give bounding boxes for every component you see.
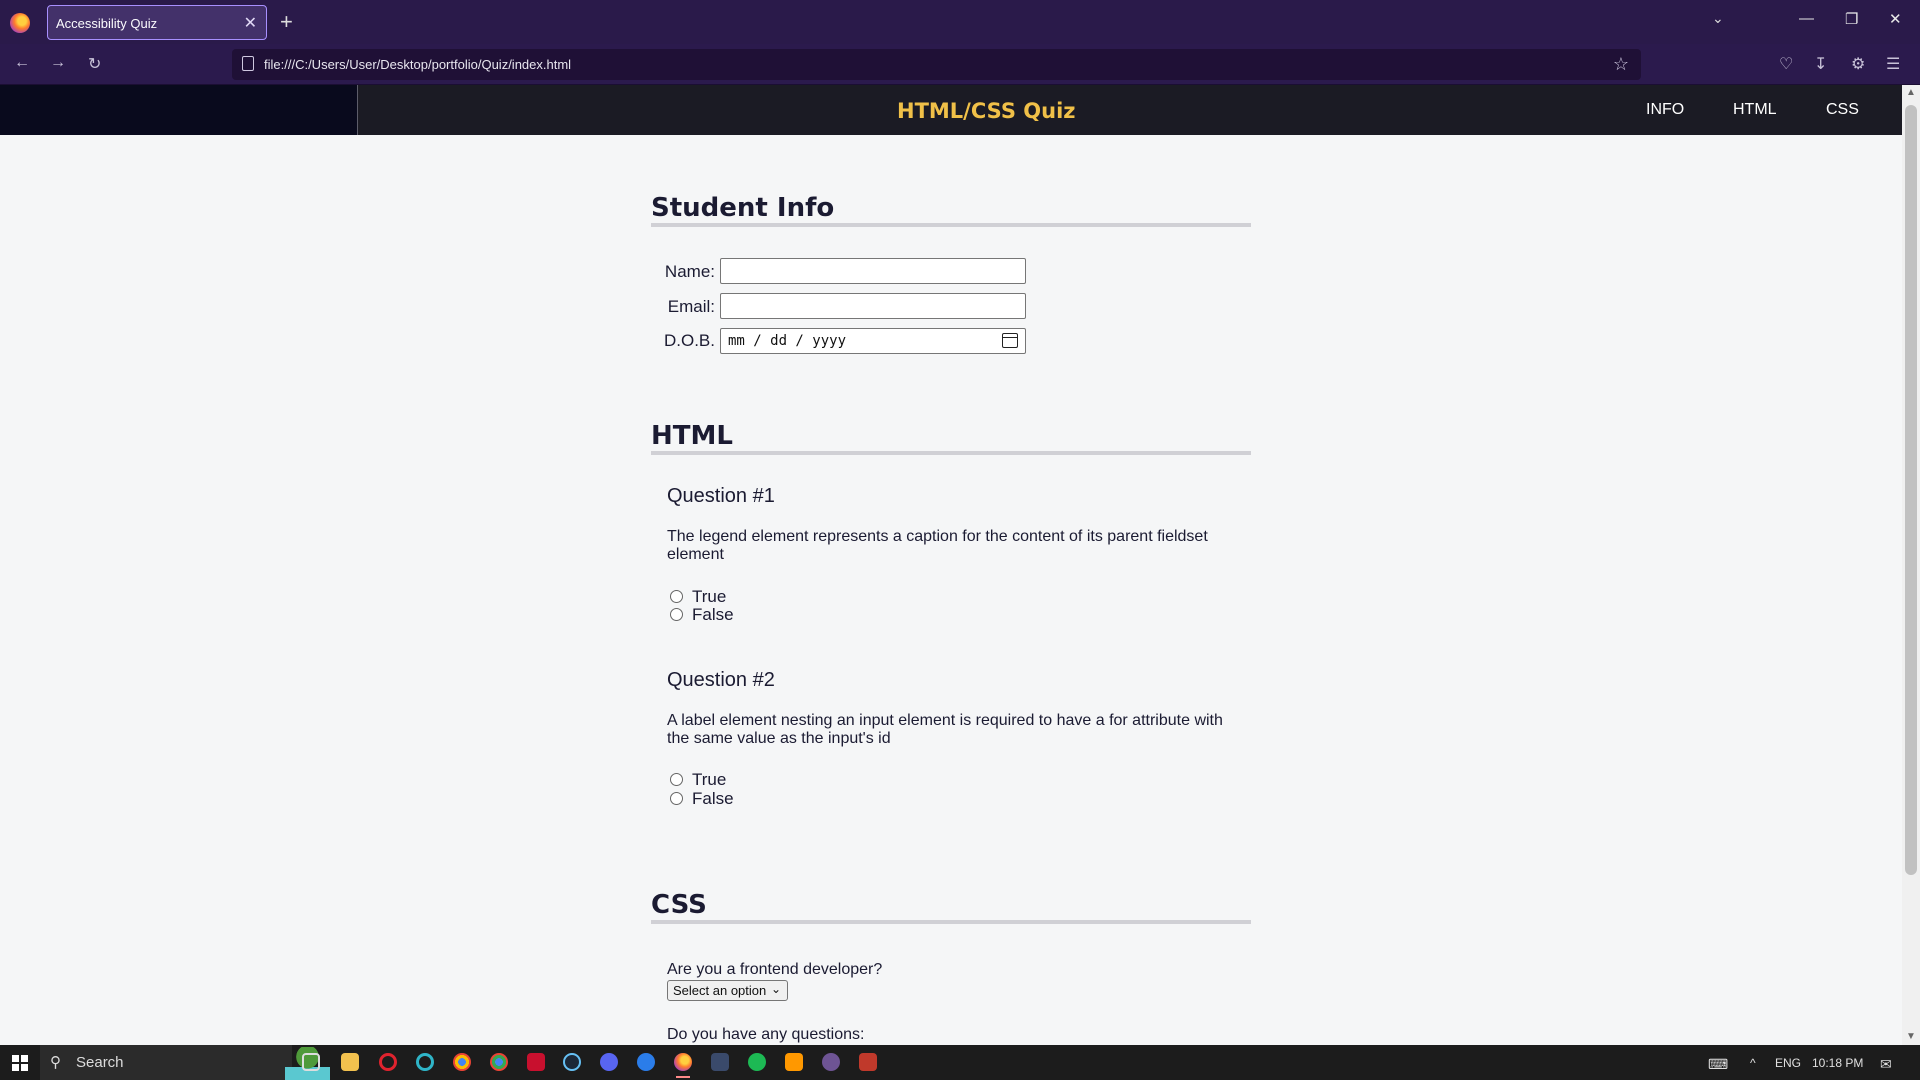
firefox-taskbar-icon[interactable]: [674, 1053, 692, 1078]
show-hidden-icons-icon[interactable]: ^: [1750, 1056, 1756, 1070]
chevron-down-icon: ⌄: [770, 982, 781, 996]
select-value: Select an option: [673, 983, 767, 998]
taskbar-search[interactable]: ⚲ Search: [40, 1045, 330, 1080]
file-explorer-icon[interactable]: [341, 1053, 359, 1071]
forward-icon[interactable]: →: [50, 54, 66, 72]
archive-app-icon[interactable]: [859, 1053, 877, 1071]
radio-button[interactable]: [670, 773, 683, 786]
option-label[interactable]: True: [692, 587, 726, 607]
question-1-title: Question #1: [667, 485, 775, 507]
task-view-icon[interactable]: [302, 1053, 320, 1071]
keyboard-icon[interactable]: ⌨: [1708, 1056, 1728, 1073]
question-2-text: A label element nesting an input element…: [667, 712, 1223, 747]
browser-tab[interactable]: Accessibility Quiz ✕: [47, 5, 267, 40]
dob-placeholder: mm / dd / yyyy: [728, 333, 847, 349]
search-icon: ⚲: [50, 1054, 61, 1071]
code-editor-icon[interactable]: [711, 1053, 729, 1071]
student-info-heading: Student Info: [651, 193, 835, 223]
list-all-tabs-icon[interactable]: ⌄: [1712, 10, 1724, 27]
menu-icon[interactable]: ☰: [1886, 54, 1900, 74]
name-input[interactable]: [720, 258, 1026, 284]
steam-icon[interactable]: [563, 1053, 581, 1071]
css-section-heading: CSS: [651, 890, 707, 920]
option-label[interactable]: True: [692, 770, 726, 790]
restore-icon[interactable]: ❐: [1845, 10, 1858, 28]
nav-link-info[interactable]: INFO: [1646, 101, 1684, 119]
new-tab-icon[interactable]: +: [280, 9, 293, 35]
section-divider: [651, 451, 1251, 455]
browser-toolbar: ← → ↻ file:///C:/Users/User/Desktop/port…: [0, 44, 1920, 85]
browser-tab-strip: Accessibility Quiz ✕ + ⌄ — ❐ ✕: [0, 0, 1920, 44]
extensions-icon[interactable]: ⚙: [1851, 54, 1865, 74]
name-label: Name:: [664, 262, 715, 281]
opera-gx-icon[interactable]: [416, 1053, 434, 1071]
address-bar[interactable]: file:///C:/Users/User/Desktop/portfolio/…: [232, 49, 1641, 80]
bookmark-star-icon[interactable]: ☆: [1613, 54, 1629, 75]
dob-label: D.O.B.: [663, 331, 715, 350]
radio-button[interactable]: [670, 590, 683, 603]
opera-icon[interactable]: [379, 1053, 397, 1071]
header-logo-area: [0, 85, 358, 135]
scroll-down-icon[interactable]: ▼: [1906, 1031, 1916, 1042]
messaging-app-icon[interactable]: [637, 1053, 655, 1071]
question-2-title: Question #2: [667, 669, 775, 691]
site-title: HTML/CSS Quiz: [897, 99, 1076, 123]
url-text[interactable]: file:///C:/Users/User/Desktop/portfolio/…: [264, 57, 571, 72]
tab-title: Accessibility Quiz: [56, 16, 158, 31]
section-divider: [651, 223, 1251, 227]
radio-button[interactable]: [670, 792, 683, 805]
downloads-icon[interactable]: ↧: [1814, 54, 1827, 74]
adobe-icon[interactable]: [527, 1053, 545, 1071]
windows-start-icon[interactable]: [12, 1055, 28, 1071]
calendar-icon[interactable]: [1002, 333, 1018, 348]
chrome-icon[interactable]: [453, 1053, 471, 1071]
option-label[interactable]: False: [692, 789, 734, 809]
site-header: HTML/CSS Quiz INFO HTML CSS: [0, 85, 1902, 135]
discord-icon[interactable]: [600, 1053, 618, 1071]
page-icon: [242, 56, 254, 71]
question-1-text: The legend element represents a caption …: [667, 528, 1208, 563]
questions-label: Do you have any questions:: [667, 1026, 865, 1043]
notifications-icon[interactable]: ✉: [1880, 1056, 1892, 1073]
html-section-heading: HTML: [651, 421, 733, 451]
nav-link-html[interactable]: HTML: [1733, 101, 1777, 119]
chrome-profile-icon[interactable]: [490, 1053, 508, 1071]
search-text: Search: [76, 1054, 124, 1071]
spotify-icon[interactable]: [748, 1053, 766, 1071]
page-viewport: HTML/CSS Quiz INFO HTML CSS Student Info…: [0, 85, 1902, 1045]
minimize-icon[interactable]: —: [1799, 10, 1814, 27]
page-scrollbar[interactable]: ▲ ▼: [1902, 85, 1920, 1045]
reload-icon[interactable]: ↻: [88, 54, 101, 74]
language-indicator[interactable]: ENG: [1775, 1056, 1801, 1070]
pocket-icon[interactable]: ♡: [1779, 54, 1793, 74]
section-divider: [651, 920, 1251, 924]
scrollbar-thumb[interactable]: [1905, 105, 1917, 875]
window-close-icon[interactable]: ✕: [1889, 10, 1902, 28]
radio-button[interactable]: [670, 608, 683, 621]
sublime-text-icon[interactable]: [785, 1053, 803, 1071]
taskbar: ⚲ Search ⌨ ^ ENG 10:18 PM ✉: [0, 1045, 1920, 1080]
nav-link-css[interactable]: CSS: [1826, 101, 1859, 119]
frontend-select[interactable]: Select an option ⌄: [667, 980, 788, 1001]
scroll-up-icon[interactable]: ▲: [1906, 87, 1916, 98]
tab-close-icon[interactable]: ✕: [244, 13, 257, 33]
clock[interactable]: 10:18 PM: [1812, 1056, 1863, 1070]
email-input[interactable]: [720, 293, 1026, 319]
github-desktop-icon[interactable]: [822, 1053, 840, 1071]
back-icon[interactable]: ←: [14, 54, 30, 72]
option-label[interactable]: False: [692, 605, 734, 625]
firefox-logo-icon: [10, 13, 30, 33]
dob-input[interactable]: mm / dd / yyyy: [720, 328, 1026, 354]
frontend-question-label: Are you a frontend developer?: [667, 961, 883, 978]
email-label: Email:: [667, 297, 715, 316]
